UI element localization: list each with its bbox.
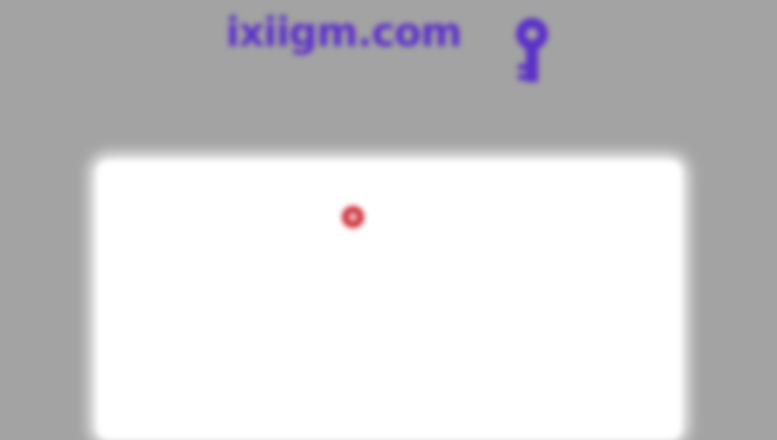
record-icon <box>342 206 364 228</box>
status-badge[interactable] <box>342 204 432 232</box>
panel-heading <box>326 176 446 188</box>
key-icon <box>506 14 558 92</box>
content-panel <box>96 160 682 440</box>
site-header: ixiigm.com <box>0 0 777 110</box>
page: ixiigm.com <box>0 0 777 440</box>
site-logo[interactable]: ixiigm.com <box>226 10 462 56</box>
